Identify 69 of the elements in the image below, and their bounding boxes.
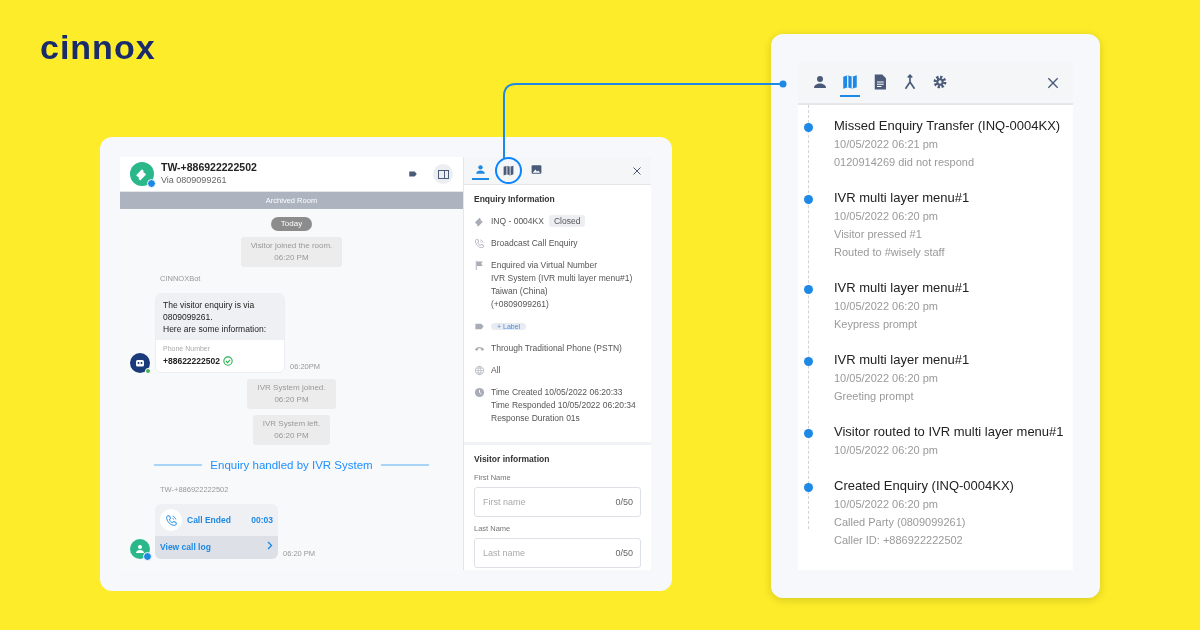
chat-title: TW-+886922222502 xyxy=(161,160,257,174)
section-title: Enquiry Information xyxy=(474,193,556,206)
message-text: The visitor enquiry is via 0809099261. Here are some information: xyxy=(156,294,284,341)
event-note: Keypress prompt xyxy=(834,317,919,332)
event-title: IVR multi layer menu#1 xyxy=(834,189,971,207)
flag-icon xyxy=(474,259,485,271)
timeline-dot xyxy=(804,123,813,132)
event-note: 0120914269 did not respond xyxy=(834,155,976,170)
phone-call-icon xyxy=(164,513,178,527)
event-time: 10/05/2022 06:20 pm xyxy=(834,443,939,458)
info-text: Broadcast Call Enquiry xyxy=(491,237,578,248)
timeline-dot xyxy=(804,195,813,204)
close-icon xyxy=(631,164,643,177)
system-message: IVR System left. 06:20 PM xyxy=(252,414,331,445)
logo: cinnox xyxy=(40,30,156,64)
date-pill: Today xyxy=(270,217,313,231)
event-time: 10/05/2022 06:21 pm xyxy=(834,137,939,152)
globe-icon xyxy=(474,364,485,376)
event-title: Missed Enquiry Transfer (INQ-0004KX) xyxy=(834,117,1062,135)
timeline-dot xyxy=(804,285,813,294)
event-time: 10/05/2022 06:20 pm xyxy=(834,209,939,224)
info-text: Enquired via Virtual Number IVR System (IVR multi layer menu#1) Taiwan (China) (+0809099261) xyxy=(491,259,633,309)
panel-tab[interactable] xyxy=(495,157,522,184)
event-note: Visitor pressed #1 xyxy=(834,227,923,242)
chevron-icon xyxy=(267,541,273,550)
timeline-dot xyxy=(804,483,813,492)
section-title: Visitor information xyxy=(474,452,551,466)
close-button[interactable] xyxy=(631,164,643,177)
info-text: All xyxy=(491,364,501,375)
event-note: Routed to #wisely staff xyxy=(834,245,946,260)
chat-subtitle: Via 0809099261 xyxy=(161,173,228,187)
timeline-dot xyxy=(804,357,813,366)
info-text: Time Created 10/05/2022 06:20:33 Time Responded 10/05/2022 06:20:34 Response Duration 01s xyxy=(491,386,636,423)
map-icon xyxy=(841,72,859,91)
info-text: Through Traditional Phone (PSTN) xyxy=(491,342,622,353)
status-badge: Closed xyxy=(548,214,586,227)
timeline-dot xyxy=(804,429,813,438)
event-title: IVR multi layer menu#1 xyxy=(834,351,971,369)
clock-icon xyxy=(474,386,485,398)
ticket-icon xyxy=(474,215,485,227)
event-title: Visitor routed to IVR multi layer menu#1 xyxy=(834,423,1065,441)
call-status: Call Ended xyxy=(187,513,231,527)
event-time: 10/05/2022 06:20 pm xyxy=(834,371,939,386)
event-note: Caller ID: +886922222502 xyxy=(834,533,964,548)
event-note: Called Party (0809099261) xyxy=(834,515,967,530)
event-time: 10/05/2022 06:20 pm xyxy=(834,497,939,512)
image-icon xyxy=(530,163,543,176)
event-title: IVR multi layer menu#1 xyxy=(834,279,971,297)
system-message: IVR System joined. 06:20 PM xyxy=(247,378,336,409)
char-counter: 0/50 xyxy=(615,495,633,509)
event-title: Created Enquiry (INQ-0004KX) xyxy=(834,477,1015,495)
phone-number: +88622222502 xyxy=(163,354,220,368)
call-duration: 00:03 xyxy=(251,513,273,527)
view-call-log-link[interactable]: View call log xyxy=(155,536,278,559)
bot-avatar xyxy=(130,352,150,373)
avatar xyxy=(130,162,154,186)
divider-label: Enquiry handled by IVR System xyxy=(210,457,373,473)
label-icon xyxy=(408,169,418,179)
event-time: 10/05/2022 06:20 pm xyxy=(834,299,939,314)
panel-icon xyxy=(437,169,449,179)
system-message: Visitor joined the room. 06:20 PM xyxy=(240,237,343,267)
visitor-avatar xyxy=(130,538,150,559)
event-note: Greeting prompt xyxy=(834,389,915,404)
char-counter: 0/50 xyxy=(615,547,633,560)
person-icon xyxy=(474,163,487,176)
phone-call-icon xyxy=(474,237,485,249)
map-icon xyxy=(502,164,515,177)
panel-toggle-button[interactable] xyxy=(433,164,453,184)
info-text: INQ - 0004KX xyxy=(491,215,544,226)
